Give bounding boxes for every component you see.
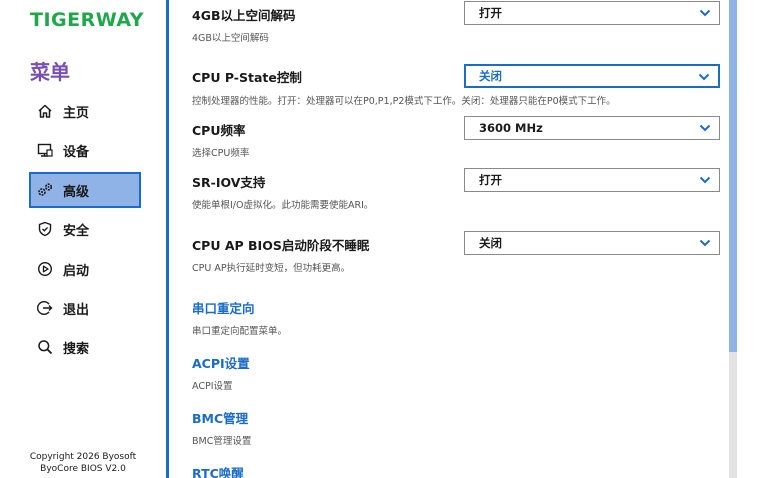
chevron-down-icon (699, 9, 711, 17)
nav-item-home[interactable]: 主页 (29, 93, 141, 129)
section-help-bmc: BMC管理设置 (192, 436, 252, 447)
chevron-down-icon (699, 176, 711, 184)
version-line: ByoCore BIOS V2.0 (40, 464, 126, 474)
chevron-down-icon (698, 73, 710, 81)
nav-item-label: 搜索 (63, 341, 90, 357)
nav-item-boot[interactable]: 启动 (29, 251, 141, 287)
nav-item-search[interactable]: 搜索 (29, 329, 141, 365)
shield-icon (38, 221, 52, 237)
nav-item-label: 主页 (63, 105, 90, 121)
setting-help-cpu-ap-no-sleep: CPU AP执行延时变短，但功耗更高。 (192, 263, 351, 274)
setting-help-cpu-frequency: 选择CPU频率 (192, 148, 250, 159)
scrollbar-thumb[interactable] (729, 0, 737, 352)
select-value: 关闭 (479, 236, 502, 250)
cpu-frequency-select[interactable]: 3600 MHz (464, 116, 720, 140)
setting-help-cpu-pstate: 控制处理器的性能。打开：处理器可以在P0,P1,P2模式下工作。关闭：处理器只能… (192, 96, 616, 107)
section-link-rtc-wake[interactable]: RTC唤醒 (192, 463, 244, 478)
above-4g-decoding-select[interactable]: 打开 (464, 1, 720, 25)
copyright: Copyright 2026 Byosoft ByoCore BIOS V2.0 (0, 451, 166, 475)
play-icon (37, 261, 53, 277)
menu-title: 菜单 (30, 60, 70, 84)
nav-item-security[interactable]: 安全 (29, 211, 141, 247)
copyright-line: Copyright 2026 Byosoft (29, 452, 137, 462)
setting-help-above-4g-decoding: 4GB以上空间解码 (192, 33, 269, 44)
section-link-serial-redirect[interactable]: 串口重定向 (192, 298, 255, 317)
select-value: 打开 (479, 6, 502, 20)
nav-item-device[interactable]: 设备 (29, 132, 141, 168)
setting-label-sriov: SR-IOV支持 (192, 175, 266, 190)
exit-icon (37, 301, 53, 315)
nav-item-label: 安全 (63, 223, 90, 239)
device-icon (37, 143, 53, 157)
select-value: 打开 (479, 173, 502, 187)
setting-label-cpu-frequency: CPU频率 (192, 123, 246, 138)
select-value: 关闭 (479, 69, 502, 83)
settings-panel: 4GB以上空间解码 4GB以上空间解码 打开 CPU P-State控制 控制处… (169, 0, 729, 478)
home-icon (38, 104, 52, 118)
section-link-acpi[interactable]: ACPI设置 (192, 353, 250, 372)
sriov-select[interactable]: 打开 (464, 168, 720, 192)
select-value: 3600 MHz (479, 121, 543, 135)
section-help-acpi: ACPI设置 (192, 381, 233, 392)
setting-help-sriov: 使能单根I/O虚拟化。此功能需要使能ARI。 (192, 200, 374, 211)
setting-label-above-4g-decoding: 4GB以上空间解码 (192, 8, 296, 23)
nav-item-label: 设备 (63, 144, 90, 160)
search-icon (38, 340, 53, 355)
section-help-serial-redirect: 串口重定向配置菜单。 (192, 326, 288, 337)
nav-item-label: 高级 (63, 184, 90, 200)
chevron-down-icon (699, 239, 711, 247)
section-link-bmc[interactable]: BMC管理 (192, 408, 248, 427)
cpu-pstate-select[interactable]: 关闭 (464, 64, 720, 88)
sidebar: TIGERWAY 菜单 主页 设备 高级 安全 启动 退出 搜索 Copyrig… (0, 0, 166, 478)
setting-label-cpu-pstate: CPU P-State控制 (192, 70, 302, 85)
brand-logo: TIGERWAY (30, 9, 144, 31)
gears-icon (38, 183, 53, 196)
nav-item-label: 启动 (63, 263, 90, 279)
nav-item-label: 退出 (63, 302, 90, 318)
nav-item-advanced[interactable]: 高级 (29, 172, 141, 208)
cpu-ap-no-sleep-select[interactable]: 关闭 (464, 231, 720, 255)
nav-item-exit[interactable]: 退出 (29, 290, 141, 326)
setting-label-cpu-ap-no-sleep: CPU AP BIOS启动阶段不睡眠 (192, 238, 370, 253)
chevron-down-icon (699, 124, 711, 132)
